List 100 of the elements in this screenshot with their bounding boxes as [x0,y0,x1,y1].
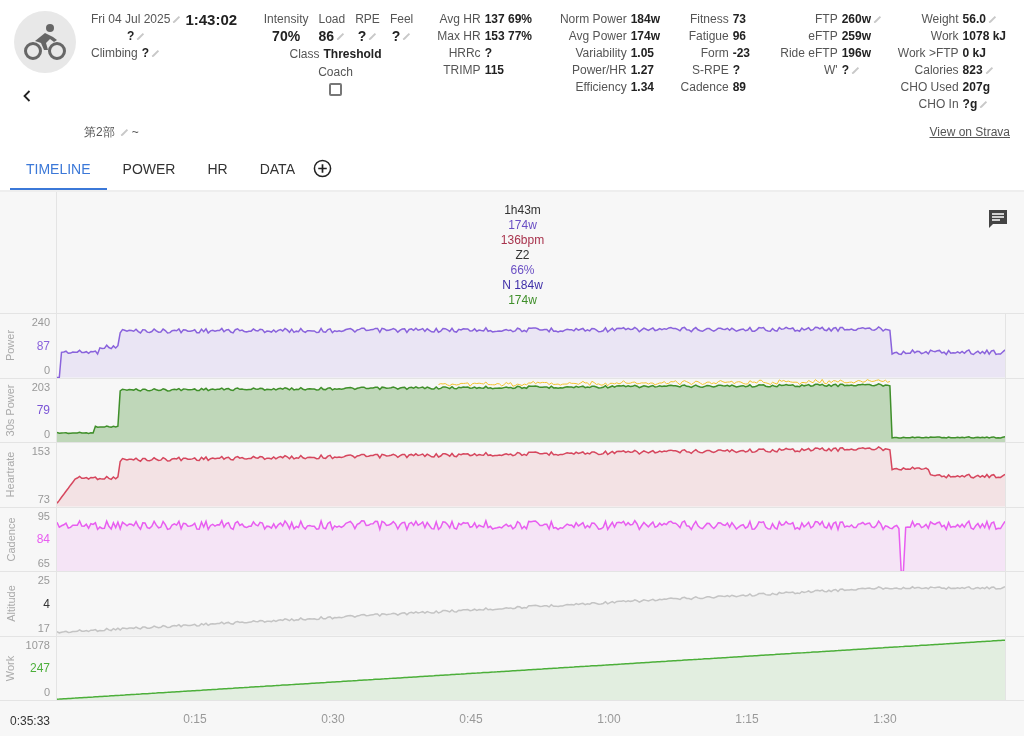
stat-label: Norm Power [559,11,627,28]
stat-label: Avg HR [438,11,481,28]
stat-value: 96 [732,28,746,45]
stat-value: 0 kJ [962,45,986,62]
time-tick: 1:00 [597,711,621,728]
stat-value: 115 [484,62,504,79]
add-tab-icon[interactable] [312,159,332,178]
stat-label: Climbing [91,45,138,62]
start-time: 0:35:33 [10,713,51,730]
stat-label: S-RPE [690,62,729,79]
edit-icon[interactable] [979,100,989,109]
tab[interactable]: HR [191,150,244,190]
back-chevron-icon[interactable] [23,90,31,102]
edit-icon[interactable] [336,32,346,41]
axis-tick: 65 [37,556,50,570]
edit-icon[interactable] [873,15,882,24]
stat-value: 56.0 [962,11,986,28]
stat-label: CHO Used [899,79,959,96]
coach-label: Coach [318,64,353,81]
stat-label: HRRc [447,45,481,62]
stat-label: eFTP [807,28,838,45]
stat-label: Ride eFTP [780,45,838,62]
stat-value: 823 [962,62,983,79]
metric-value: ? [391,28,401,45]
axis-tick: 17 [37,620,50,635]
view-on-strava-link[interactable]: View on Strava [929,124,1010,141]
stat-value: 1078 kJ [962,28,1006,45]
activity-date: Fri 04 Jul 2025 [91,11,171,28]
cursor-value: 87 [36,338,50,353]
tab[interactable]: POWER [106,150,192,190]
panel-label: Cadence [3,517,18,562]
panel-label: 30s Power [3,384,18,437]
time-tick: 0:45 [459,711,483,728]
stat-value: 1.27 [630,62,654,79]
activity-duration: 1:43:02 [185,11,238,28]
stat-value: 184w [630,11,660,28]
stat-label: Max HR [437,28,481,45]
tab[interactable]: TIMELINE [10,150,107,190]
summary-value: Z2 [515,248,530,263]
time-tick: 0:30 [321,711,345,728]
axis-tick: 203 [31,379,50,394]
stat-label: Avg Power [567,28,627,45]
axis-tick: 240 [31,315,50,329]
panel-label: Altitude [3,585,18,623]
time-tick: 1:15 [735,711,759,728]
tab[interactable]: DATA [243,150,311,190]
stat-value: 1.05 [630,45,654,62]
stat-value: 89 [732,79,746,96]
edit-icon[interactable] [368,32,378,41]
metric-label: RPE [355,11,380,28]
summary-value: 174w [508,293,537,308]
stat-label: Work [929,28,959,45]
cursor-value: 79 [36,403,50,418]
edit-icon[interactable] [172,15,182,24]
metric-label: Feel [389,11,414,28]
stat-label: Efficiency [574,79,627,96]
comment-icon[interactable] [988,209,1008,229]
cursor-value: 4 [43,596,50,611]
stat-value: 137 69% [484,11,532,28]
summary-value: 136bpm [500,233,545,248]
stat-label: Variability [574,45,627,62]
time-tick: 1:30 [873,711,897,728]
axis-tick: 0 [43,362,50,377]
stat-value: 196w [841,45,871,62]
activity-description: ~ [131,124,139,141]
stat-label: Weight [920,11,959,28]
stat-label: CHO In [917,96,959,113]
stat-value: ? [732,62,740,79]
activity-type-value: ? [127,28,135,45]
stat-value: ? [841,62,849,79]
cursor-value: 247 [29,661,50,676]
summary-value: 66% [510,263,535,278]
summary-value: 174w [508,218,537,233]
stat-label: Fitness [688,11,729,28]
stat-label: Cadence [680,79,729,96]
stat-value: 1.34 [630,79,654,96]
stat-label: FTP [813,11,838,28]
panel-label: Power [3,330,18,362]
metric-label: Intensity [263,11,309,28]
axis-tick: 1078 [25,637,50,652]
stat-value: ? [141,45,150,62]
edit-icon[interactable] [987,15,997,24]
edit-icon[interactable] [984,66,994,75]
edit-icon[interactable] [851,66,860,75]
stat-label: Fatigue [687,28,729,45]
cursor-value: 84 [36,532,50,547]
stat-label: TRIMP [442,62,481,79]
metric-label: Load [318,11,346,28]
stat-value: ? [484,45,492,62]
edit-icon[interactable] [402,32,412,41]
metric-value: 70% [272,28,301,45]
stat-value: ?g [962,96,978,113]
axis-tick: 73 [37,491,50,506]
axis-tick: 25 [37,573,50,587]
coach-checkbox[interactable] [329,83,342,96]
stat-label: Form [699,45,729,62]
stat-label: Calories [913,62,959,79]
stat-value: 207g [962,79,990,96]
stat-value: 259w [841,28,871,45]
edit-icon[interactable] [119,128,129,137]
